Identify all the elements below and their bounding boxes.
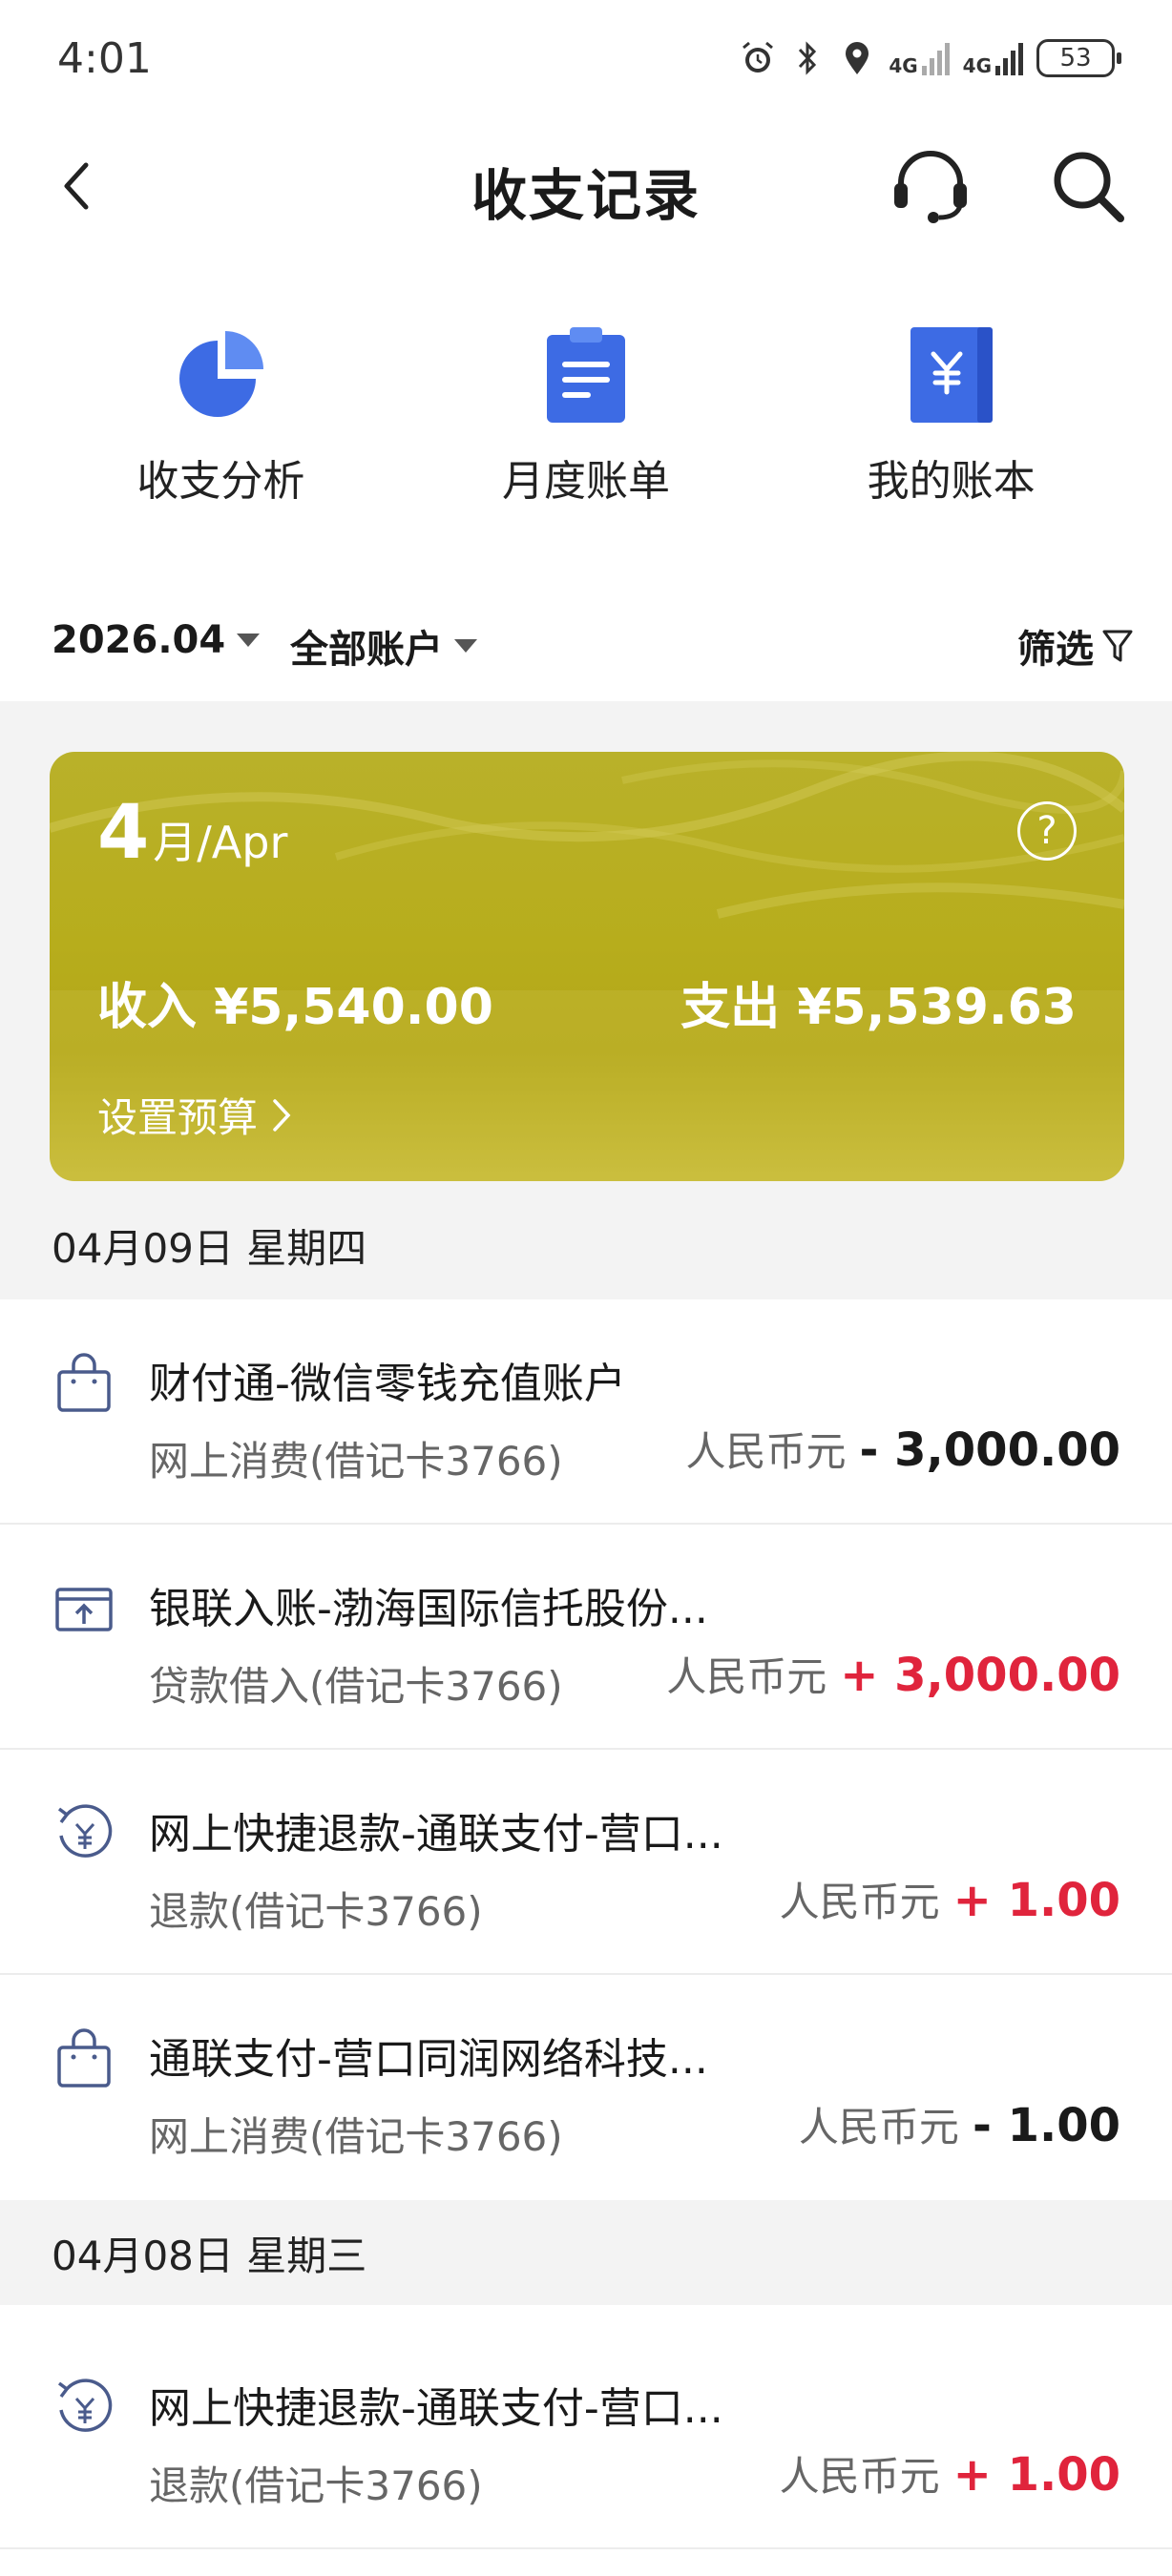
date-header: 04月08日 星期三 (0, 2200, 1172, 2305)
account-selector[interactable]: 全部账户 (290, 618, 477, 674)
amount-value: + 1.00 (952, 1874, 1120, 1927)
customer-service-button[interactable] (888, 148, 973, 224)
transaction-amount: 人民币元 + 3,000.00 (666, 1645, 1120, 1703)
status-bar: 4:01 4G 4G 53 (0, 0, 1172, 114)
filter-button[interactable]: 筛选 (1017, 618, 1134, 674)
currency-label: 人民币元 (798, 2104, 959, 2150)
transaction-amount: 人民币元 - 3,000.00 (685, 1420, 1120, 1478)
set-budget-link[interactable]: 设置预算 (97, 1086, 292, 1144)
income-total: 收入 ¥5,540.00 (97, 979, 493, 1036)
status-icons: 4G 4G 53 (740, 34, 1121, 82)
summary-month-number: 4 (97, 790, 150, 876)
status-time: 4:01 (57, 34, 152, 83)
page-title: 收支记录 (471, 163, 701, 228)
cellular-signal-2: 4G (963, 41, 1023, 75)
caret-down-icon (237, 634, 261, 647)
monthly-bill-button[interactable]: 月度账单 (433, 315, 739, 525)
funnel-icon (1102, 630, 1133, 662)
yuan-book-icon (894, 315, 1009, 429)
title-bar: 收支记录 (0, 134, 1172, 239)
battery-icon: 53 (1036, 39, 1121, 77)
transaction-row[interactable]: 银联入账-渤海国际信托股份... 贷款借入(借记卡3766) 人民币元 + 3,… (0, 1525, 1172, 1750)
quick-action-label: 月度账单 (501, 457, 670, 506)
amount-value: + 1.00 (952, 2448, 1120, 2502)
transaction-row[interactable]: 财付通-微信零钱充值账户 网上消费(借记卡3766) 人民币元 - 3,000.… (0, 1299, 1172, 1525)
summary-month-text: 月/Apr (153, 817, 288, 868)
transaction-subtitle: 网上消费(借记卡3766) (149, 1438, 563, 1485)
shopping-bag-icon (52, 1352, 115, 1415)
clipboard-icon (529, 315, 643, 429)
amount-value: - 3,000.00 (859, 1423, 1121, 1477)
transaction-amount: 人民币元 + 1.00 (780, 1870, 1120, 1928)
caret-down-icon (454, 639, 477, 653)
transaction-subtitle: 退款(借记卡3766) (149, 1888, 483, 1935)
transaction-row[interactable]: 通联支付-营口同润网络科技... 网上消费(借记卡3766) 人民币元 - 1.… (0, 1975, 1172, 2200)
refund-yuan-icon (52, 1802, 115, 1865)
bluetooth-icon (789, 39, 826, 77)
account-value: 全部账户 (290, 628, 443, 672)
location-icon (839, 39, 875, 77)
chevron-right-icon (273, 1098, 291, 1132)
currency-label: 人民币元 (779, 1879, 940, 1925)
transaction-title: 网上快捷退款-通联支付-营口... (149, 2384, 723, 2433)
transaction-subtitle: 贷款借入(借记卡3766) (149, 1663, 563, 1710)
transaction-title: 网上快捷退款-通联支付-营口... (149, 1810, 723, 1859)
pie-chart-icon (163, 315, 278, 429)
date-header: 04月09日 星期四 (0, 1193, 1172, 1298)
transaction-title: 银联入账-渤海国际信托股份... (149, 1585, 708, 1633)
summary-month: 4 月/Apr (97, 790, 287, 876)
filter-label: 筛选 (1017, 628, 1094, 672)
quick-action-label: 我的账本 (867, 457, 1036, 506)
transaction-subtitle: 退款(借记卡3766) (149, 2462, 483, 2509)
search-button[interactable] (1045, 148, 1131, 224)
expense-total: 支出 ¥5,539.63 (680, 979, 1077, 1036)
amount-value: - 1.00 (972, 2099, 1120, 2152)
headset-icon (894, 151, 967, 223)
amount-value: + 3,000.00 (840, 1649, 1120, 1702)
inbox-upload-icon (52, 1577, 115, 1640)
set-budget-label: 设置预算 (97, 1094, 259, 1141)
cellular-signal-1: 4G (889, 41, 950, 75)
monthly-summary-card: 4 月/Apr ? 收入 ¥5,540.00 支出 ¥5,539.63 设置预算 (50, 752, 1124, 1181)
transaction-title: 财付通-微信零钱充值账户 (149, 1360, 626, 1408)
refund-yuan-icon (52, 2377, 115, 2440)
transaction-subtitle: 网上消费(借记卡3766) (149, 2113, 563, 2160)
shopping-bag-icon (52, 2027, 115, 2090)
currency-label: 人民币元 (685, 1428, 847, 1475)
currency-label: 人民币元 (666, 1653, 827, 1700)
transaction-amount: 人民币元 + 1.00 (780, 2444, 1120, 2503)
help-icon[interactable]: ? (1017, 801, 1077, 861)
quick-actions: 收支分析 月度账单 我的账本 (0, 315, 1172, 525)
alarm-icon (740, 39, 776, 77)
transaction-row[interactable]: 网上快捷退款-通联支付-营口... 退款(借记卡3766) 人民币元 + 1.0… (0, 1750, 1172, 1975)
transaction-amount: 人民币元 - 1.00 (799, 2095, 1120, 2153)
currency-label: 人民币元 (779, 2453, 940, 2500)
filter-row: 2026.04 全部账户 筛选 (0, 592, 1172, 696)
transaction-title: 通联支付-营口同润网络科技... (149, 2035, 708, 2084)
month-selector[interactable]: 2026.04 (52, 618, 261, 662)
my-ledger-button[interactable]: 我的账本 (799, 315, 1104, 525)
search-icon (1054, 152, 1124, 222)
income-expense-analysis-button[interactable]: 收支分析 (68, 315, 373, 525)
transaction-row[interactable]: 网上快捷退款-通联支付-营口... 退款(借记卡3766) 人民币元 + 1.0… (0, 2324, 1172, 2549)
quick-action-label: 收支分析 (136, 457, 305, 506)
month-value: 2026.04 (52, 618, 226, 662)
